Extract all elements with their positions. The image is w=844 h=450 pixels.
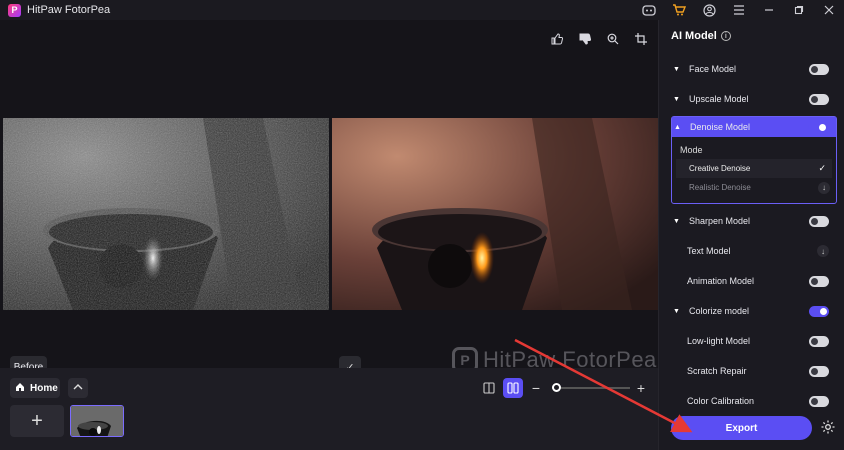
model-label: Scratch Repair xyxy=(687,366,747,376)
face-model-toggle[interactable] xyxy=(809,63,829,75)
app-title: HitPaw FotorPea xyxy=(27,4,111,16)
download-icon[interactable]: ↓ xyxy=(818,181,830,194)
model-list: ▼ Face Model ▼ Upscale Model ▲ Denoise M… xyxy=(671,54,837,416)
mode-option-realistic[interactable]: Realistic Denoise ↓ xyxy=(676,178,832,197)
caret-down-icon: ▼ xyxy=(673,307,680,315)
after-image xyxy=(332,118,658,310)
plus-icon: + xyxy=(31,409,43,432)
cart-icon[interactable] xyxy=(664,0,694,20)
model-row-face[interactable]: ▼ Face Model xyxy=(671,54,837,84)
close-icon[interactable] xyxy=(814,0,844,20)
model-label: Color Calibration xyxy=(687,396,755,406)
model-toggle[interactable] xyxy=(809,395,829,407)
model-row[interactable]: Low-light Model xyxy=(671,326,837,356)
model-label: Text Model xyxy=(687,246,731,256)
image-canvas: Before ✓ P HitPaw FotorPea xyxy=(0,20,658,378)
zoom-slider-handle[interactable] xyxy=(552,383,561,392)
model-row[interactable]: Scratch Repair xyxy=(671,356,837,386)
model-toggle[interactable] xyxy=(809,275,829,287)
ai-model-panel: AI Model i ▼ Face Model ▼ Upscale Model … xyxy=(658,20,844,450)
gear-icon[interactable] xyxy=(819,418,837,436)
account-icon[interactable] xyxy=(694,0,724,20)
thumbs-down-icon[interactable] xyxy=(576,30,594,48)
more-models: ▼ Sharpen Model Text Model ↓ Animation Model… xyxy=(671,206,837,416)
zoom-icon[interactable] xyxy=(604,30,622,48)
mode-option-label: Creative Denoise xyxy=(689,164,751,173)
chevron-up-icon xyxy=(73,383,83,394)
caret-down-icon: ▼ xyxy=(673,65,680,73)
upscale-model-toggle[interactable] xyxy=(809,93,829,105)
caret-down-icon: ▼ xyxy=(673,217,680,225)
minimize-icon[interactable] xyxy=(754,0,784,20)
home-label: Home xyxy=(30,382,58,394)
model-row[interactable]: ▼ Sharpen Model xyxy=(671,206,837,236)
model-row-upscale[interactable]: ▼ Upscale Model xyxy=(671,84,837,114)
zoom-slider[interactable] xyxy=(552,383,630,392)
model-label: Colorize model xyxy=(689,306,750,316)
collapse-button[interactable] xyxy=(68,378,88,398)
app-logo: P xyxy=(8,3,21,17)
model-label: Face Model xyxy=(689,64,737,74)
model-label: Low-light Model xyxy=(687,336,751,346)
panel-title-text: AI Model xyxy=(671,30,717,42)
denoise-model-toggle[interactable] xyxy=(808,121,828,133)
denoise-model-card: ▲ Denoise Model Mode Creative Denoise ✓ … xyxy=(671,116,837,204)
app-window: P HitPaw FotorPea Before P HitPaw FotorP… xyxy=(0,0,844,450)
single-view-icon[interactable] xyxy=(480,379,498,397)
model-toggle[interactable] xyxy=(809,305,829,317)
model-row[interactable]: Text Model ↓ xyxy=(671,236,837,266)
model-row[interactable]: ▼ Colorize model xyxy=(671,296,837,326)
check-icon: ✓ xyxy=(818,163,826,173)
title-bar: P HitPaw FotorPea xyxy=(0,0,844,20)
home-button[interactable]: Home xyxy=(10,378,60,398)
split-view-icon[interactable] xyxy=(503,378,523,398)
thumbs-up-icon[interactable] xyxy=(548,30,566,48)
caret-up-icon: ▲ xyxy=(674,123,681,131)
home-icon xyxy=(15,382,25,395)
mode-label: Mode xyxy=(680,145,703,155)
info-icon[interactable]: i xyxy=(720,31,731,41)
caret-down-icon: ▼ xyxy=(673,95,680,103)
maximize-icon[interactable] xyxy=(784,0,814,20)
zoom-out-button[interactable]: − xyxy=(530,378,542,398)
model-label: Sharpen Model xyxy=(689,216,751,226)
bottom-bar: Home + − + xyxy=(0,368,658,450)
mode-option-label: Realistic Denoise xyxy=(689,183,751,192)
model-label: Upscale Model xyxy=(689,94,749,104)
model-toggle[interactable] xyxy=(809,335,829,347)
model-row-denoise[interactable]: ▲ Denoise Model xyxy=(672,117,836,137)
window-controls xyxy=(634,0,844,20)
export-button[interactable]: Export xyxy=(671,416,812,440)
model-label: Denoise Model xyxy=(690,122,751,132)
crop-icon[interactable] xyxy=(632,30,650,48)
menu-icon[interactable] xyxy=(724,0,754,20)
download-icon[interactable]: ↓ xyxy=(817,245,829,257)
model-toggle[interactable] xyxy=(809,215,829,227)
model-label: Animation Model xyxy=(687,276,755,286)
canvas-toolbar xyxy=(548,30,650,48)
mode-option-creative[interactable]: Creative Denoise ✓ xyxy=(676,159,832,178)
discord-icon[interactable] xyxy=(634,0,664,20)
image-thumbnail[interactable] xyxy=(70,405,124,437)
panel-title: AI Model i xyxy=(671,30,731,42)
add-image-button[interactable]: + xyxy=(10,405,64,437)
model-toggle[interactable] xyxy=(809,365,829,377)
model-row[interactable]: Color Calibration xyxy=(671,386,837,416)
before-image xyxy=(3,118,329,310)
zoom-in-button[interactable]: + xyxy=(634,378,648,398)
model-row[interactable]: Animation Model xyxy=(671,266,837,296)
